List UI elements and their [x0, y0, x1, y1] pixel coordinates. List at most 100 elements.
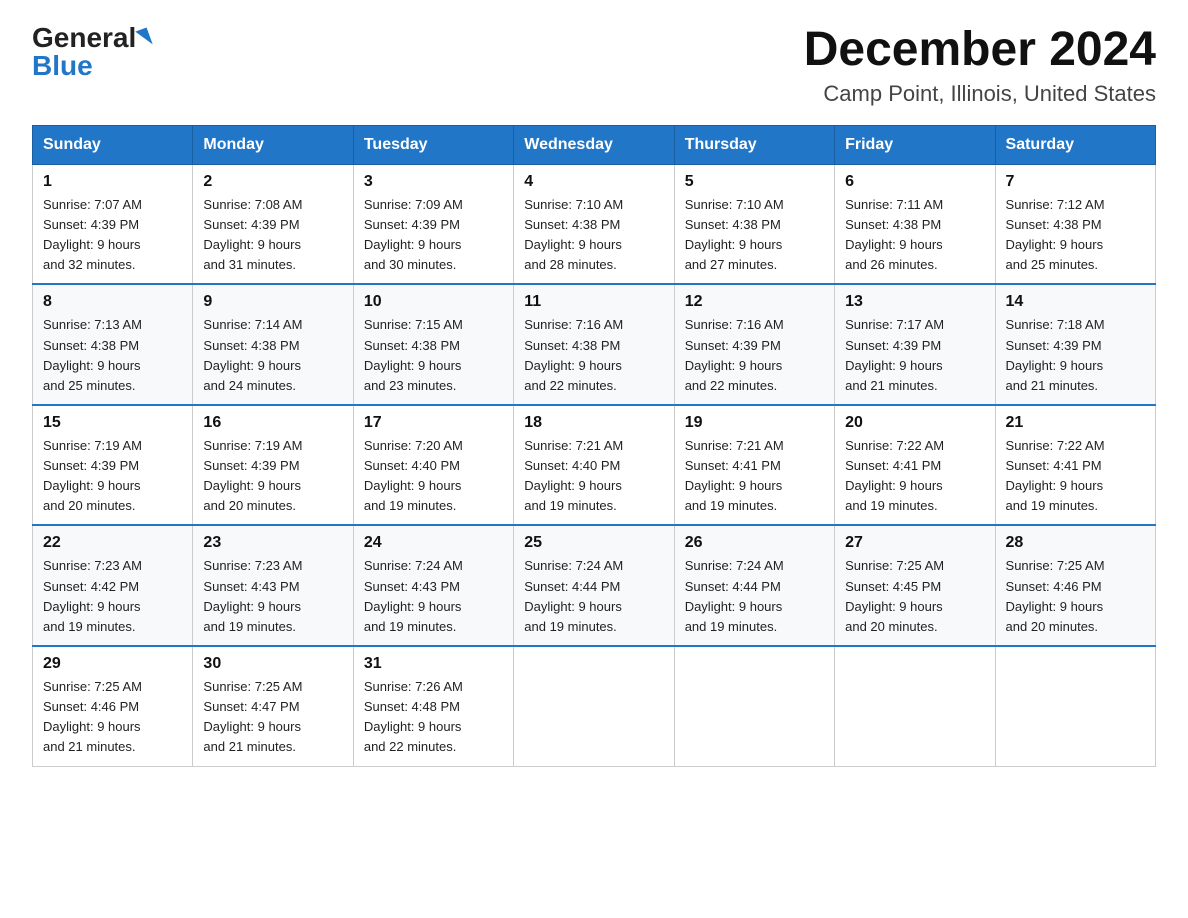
sunset-label: Sunset: 4:38 PM — [43, 338, 139, 353]
daylight-label: Daylight: 9 hours — [364, 358, 462, 373]
daylight-minutes: and 21 minutes. — [1006, 378, 1099, 393]
day-info: Sunrise: 7:25 AM Sunset: 4:46 PM Dayligh… — [43, 677, 182, 758]
sunrise-label: Sunrise: 7:12 AM — [1006, 197, 1105, 212]
day-number: 29 — [43, 655, 182, 673]
daylight-minutes: and 30 minutes. — [364, 257, 457, 272]
sunset-label: Sunset: 4:38 PM — [203, 338, 299, 353]
day-number: 4 — [524, 173, 663, 191]
sunset-label: Sunset: 4:44 PM — [685, 579, 781, 594]
sunset-label: Sunset: 4:39 PM — [203, 458, 299, 473]
sunrise-label: Sunrise: 7:11 AM — [845, 197, 943, 212]
daylight-label: Daylight: 9 hours — [43, 478, 141, 493]
sunset-label: Sunset: 4:38 PM — [524, 338, 620, 353]
sunset-label: Sunset: 4:41 PM — [685, 458, 781, 473]
daylight-label: Daylight: 9 hours — [364, 719, 462, 734]
sunrise-label: Sunrise: 7:24 AM — [364, 558, 463, 573]
calendar-header-row: Sunday Monday Tuesday Wednesday Thursday… — [33, 125, 1156, 164]
daylight-label: Daylight: 9 hours — [203, 358, 301, 373]
sunrise-label: Sunrise: 7:19 AM — [203, 438, 302, 453]
daylight-label: Daylight: 9 hours — [685, 478, 783, 493]
daylight-minutes: and 31 minutes. — [203, 257, 296, 272]
sunrise-label: Sunrise: 7:24 AM — [524, 558, 623, 573]
table-row: 3 Sunrise: 7:09 AM Sunset: 4:39 PM Dayli… — [353, 164, 513, 284]
day-info: Sunrise: 7:25 AM Sunset: 4:47 PM Dayligh… — [203, 677, 342, 758]
table-row: 4 Sunrise: 7:10 AM Sunset: 4:38 PM Dayli… — [514, 164, 674, 284]
sunset-label: Sunset: 4:40 PM — [364, 458, 460, 473]
col-wednesday: Wednesday — [514, 125, 674, 164]
day-info: Sunrise: 7:23 AM Sunset: 4:43 PM Dayligh… — [203, 556, 342, 637]
day-info: Sunrise: 7:07 AM Sunset: 4:39 PM Dayligh… — [43, 195, 182, 276]
col-sunday: Sunday — [33, 125, 193, 164]
sunrise-label: Sunrise: 7:25 AM — [845, 558, 944, 573]
sunset-label: Sunset: 4:41 PM — [1006, 458, 1102, 473]
daylight-minutes: and 19 minutes. — [685, 498, 778, 513]
page-header: General Blue December 2024 Camp Point, I… — [32, 24, 1156, 107]
daylight-minutes: and 19 minutes. — [364, 619, 457, 634]
day-number: 17 — [364, 414, 503, 432]
table-row: 14 Sunrise: 7:18 AM Sunset: 4:39 PM Dayl… — [995, 284, 1155, 405]
day-info: Sunrise: 7:19 AM Sunset: 4:39 PM Dayligh… — [203, 436, 342, 517]
daylight-minutes: and 25 minutes. — [1006, 257, 1099, 272]
sunset-label: Sunset: 4:48 PM — [364, 699, 460, 714]
day-number: 22 — [43, 534, 182, 552]
sunset-label: Sunset: 4:39 PM — [845, 338, 941, 353]
col-thursday: Thursday — [674, 125, 834, 164]
table-row: 21 Sunrise: 7:22 AM Sunset: 4:41 PM Dayl… — [995, 405, 1155, 526]
sunrise-label: Sunrise: 7:13 AM — [43, 317, 142, 332]
sunrise-label: Sunrise: 7:25 AM — [43, 679, 142, 694]
sunset-label: Sunset: 4:40 PM — [524, 458, 620, 473]
table-row: 10 Sunrise: 7:15 AM Sunset: 4:38 PM Dayl… — [353, 284, 513, 405]
sunrise-label: Sunrise: 7:24 AM — [685, 558, 784, 573]
sunrise-label: Sunrise: 7:14 AM — [203, 317, 302, 332]
day-info: Sunrise: 7:25 AM Sunset: 4:46 PM Dayligh… — [1006, 556, 1145, 637]
day-info: Sunrise: 7:24 AM Sunset: 4:44 PM Dayligh… — [685, 556, 824, 637]
sunset-label: Sunset: 4:41 PM — [845, 458, 941, 473]
daylight-label: Daylight: 9 hours — [364, 237, 462, 252]
calendar-week-row: 15 Sunrise: 7:19 AM Sunset: 4:39 PM Dayl… — [33, 405, 1156, 526]
table-row: 13 Sunrise: 7:17 AM Sunset: 4:39 PM Dayl… — [835, 284, 995, 405]
daylight-label: Daylight: 9 hours — [203, 719, 301, 734]
day-number: 3 — [364, 173, 503, 191]
col-tuesday: Tuesday — [353, 125, 513, 164]
col-friday: Friday — [835, 125, 995, 164]
daylight-label: Daylight: 9 hours — [1006, 358, 1104, 373]
daylight-minutes: and 27 minutes. — [685, 257, 778, 272]
daylight-label: Daylight: 9 hours — [524, 599, 622, 614]
daylight-label: Daylight: 9 hours — [524, 237, 622, 252]
sunset-label: Sunset: 4:43 PM — [364, 579, 460, 594]
sunset-label: Sunset: 4:38 PM — [364, 338, 460, 353]
daylight-minutes: and 19 minutes. — [685, 619, 778, 634]
sunrise-label: Sunrise: 7:07 AM — [43, 197, 142, 212]
sunset-label: Sunset: 4:38 PM — [1006, 217, 1102, 232]
day-number: 26 — [685, 534, 824, 552]
table-row — [514, 646, 674, 766]
day-info: Sunrise: 7:24 AM Sunset: 4:43 PM Dayligh… — [364, 556, 503, 637]
daylight-label: Daylight: 9 hours — [43, 599, 141, 614]
table-row: 8 Sunrise: 7:13 AM Sunset: 4:38 PM Dayli… — [33, 284, 193, 405]
table-row: 29 Sunrise: 7:25 AM Sunset: 4:46 PM Dayl… — [33, 646, 193, 766]
sunset-label: Sunset: 4:47 PM — [203, 699, 299, 714]
day-info: Sunrise: 7:13 AM Sunset: 4:38 PM Dayligh… — [43, 315, 182, 396]
day-number: 8 — [43, 293, 182, 311]
daylight-minutes: and 28 minutes. — [524, 257, 617, 272]
table-row: 5 Sunrise: 7:10 AM Sunset: 4:38 PM Dayli… — [674, 164, 834, 284]
daylight-label: Daylight: 9 hours — [845, 237, 943, 252]
daylight-minutes: and 19 minutes. — [524, 619, 617, 634]
col-monday: Monday — [193, 125, 353, 164]
day-info: Sunrise: 7:17 AM Sunset: 4:39 PM Dayligh… — [845, 315, 984, 396]
table-row: 28 Sunrise: 7:25 AM Sunset: 4:46 PM Dayl… — [995, 525, 1155, 646]
sunset-label: Sunset: 4:42 PM — [43, 579, 139, 594]
daylight-minutes: and 19 minutes. — [524, 498, 617, 513]
logo-blue: Blue — [32, 52, 93, 80]
daylight-label: Daylight: 9 hours — [845, 478, 943, 493]
sunrise-label: Sunrise: 7:18 AM — [1006, 317, 1105, 332]
calendar-week-row: 1 Sunrise: 7:07 AM Sunset: 4:39 PM Dayli… — [33, 164, 1156, 284]
day-info: Sunrise: 7:22 AM Sunset: 4:41 PM Dayligh… — [845, 436, 984, 517]
day-number: 2 — [203, 173, 342, 191]
location-title: Camp Point, Illinois, United States — [804, 81, 1156, 107]
daylight-label: Daylight: 9 hours — [203, 478, 301, 493]
sunrise-label: Sunrise: 7:25 AM — [1006, 558, 1105, 573]
day-number: 5 — [685, 173, 824, 191]
sunrise-label: Sunrise: 7:23 AM — [203, 558, 302, 573]
daylight-label: Daylight: 9 hours — [845, 358, 943, 373]
